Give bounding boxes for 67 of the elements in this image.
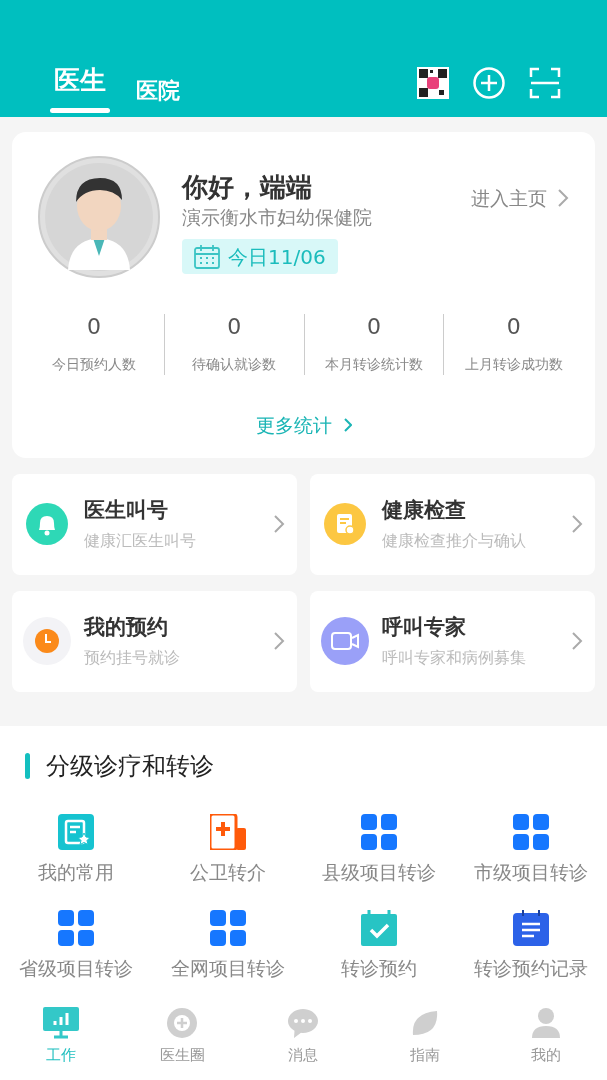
card-title: 我的预约 bbox=[84, 614, 169, 642]
stat-value: 0 bbox=[366, 314, 381, 340]
medical-document-icon bbox=[209, 813, 246, 850]
feature-item[interactable]: 我的常用 bbox=[0, 809, 152, 886]
shortcut-card[interactable]: 呼叫专家 呼叫专家和病例募集 bbox=[310, 590, 595, 692]
chevron-icon bbox=[557, 188, 569, 209]
nav-tab[interactable]: 指南 bbox=[364, 998, 486, 1080]
feature-item[interactable]: 转诊预约 bbox=[303, 906, 456, 983]
hospital-name: 演示衡水市妇幼保健院 bbox=[182, 204, 373, 230]
greeting: 你好，端端 bbox=[182, 171, 312, 205]
grid-icon bbox=[361, 813, 398, 850]
clock-icon bbox=[23, 617, 71, 665]
scan-icon[interactable] bbox=[529, 67, 561, 99]
feature-item[interactable]: 省级项目转诊 bbox=[0, 906, 152, 983]
section-title: 分级诊疗和转诊 bbox=[46, 750, 214, 782]
stat-label: 今日预约人数 bbox=[51, 355, 136, 374]
grid-icon bbox=[57, 910, 94, 946]
person-icon bbox=[530, 1007, 563, 1039]
stat-value: 0 bbox=[506, 314, 521, 340]
card-subtitle: 健康汇医生叫号 bbox=[84, 529, 197, 552]
more-stats-link[interactable]: 更多统计 bbox=[255, 411, 352, 440]
stat-label: 待确认就诊数 bbox=[192, 355, 277, 374]
card-subtitle: 健康检查推介与确认 bbox=[382, 529, 527, 552]
shortcut-card[interactable]: 医生叫号 健康汇医生叫号 bbox=[12, 473, 297, 575]
stat-value: 0 bbox=[86, 314, 101, 340]
nav-tab[interactable]: 工作 bbox=[0, 998, 122, 1080]
accent-bar bbox=[25, 752, 30, 779]
grid-icon bbox=[209, 910, 246, 946]
nav-tab[interactable]: 我的 bbox=[485, 998, 607, 1080]
add-icon[interactable] bbox=[473, 67, 505, 99]
tab[interactable]: 医生 bbox=[50, 62, 110, 117]
chevron-icon bbox=[343, 418, 352, 433]
feature-item[interactable]: 市级项目转诊 bbox=[455, 809, 607, 886]
chevron-icon bbox=[571, 631, 583, 651]
card-subtitle: 预约挂号就诊 bbox=[84, 646, 181, 669]
stat-label: 本月转诊统计数 bbox=[324, 355, 423, 374]
bell-icon bbox=[26, 503, 68, 545]
video-camera-icon bbox=[321, 617, 369, 665]
feature-item[interactable]: 县级项目转诊 bbox=[303, 809, 456, 886]
shortcut-card[interactable]: 我的预约 预约挂号就诊 bbox=[12, 590, 297, 692]
date-text: 今日11/06 bbox=[228, 243, 326, 271]
card-title: 呼叫专家 bbox=[382, 614, 467, 642]
homepage-link[interactable]: 进入主页 bbox=[471, 184, 569, 213]
play-plus-icon bbox=[166, 1007, 199, 1039]
chevron-icon bbox=[273, 631, 285, 651]
feature-item[interactable]: 全网项目转诊 bbox=[151, 906, 304, 983]
feature-item[interactable]: 转诊预约记录 bbox=[455, 906, 607, 983]
calendar-icon bbox=[194, 244, 220, 269]
notepad-icon bbox=[513, 910, 550, 946]
qr-code-icon[interactable] bbox=[417, 67, 449, 99]
stat-value: 0 bbox=[227, 314, 242, 340]
tab[interactable]: 医院 bbox=[136, 73, 180, 117]
stat-label: 上月转诊成功数 bbox=[464, 355, 563, 374]
monitor-chart-icon bbox=[42, 1007, 79, 1039]
report-icon bbox=[324, 503, 366, 545]
card-title: 医生叫号 bbox=[84, 497, 169, 525]
feature-item[interactable]: 公卫转介 bbox=[151, 809, 304, 886]
shortcut-card[interactable]: 健康检查 健康检查推介与确认 bbox=[310, 473, 595, 575]
nav-tab[interactable]: 消息 bbox=[242, 998, 365, 1080]
chevron-icon bbox=[571, 514, 583, 534]
nav-tab[interactable]: 医生圈 bbox=[121, 998, 243, 1080]
card-subtitle: 呼叫专家和病例募集 bbox=[382, 646, 527, 669]
grid-icon bbox=[513, 813, 550, 850]
card-title: 健康检查 bbox=[382, 497, 467, 525]
chevron-icon bbox=[273, 514, 285, 534]
chat-icon bbox=[287, 1007, 320, 1039]
calendar-check-icon bbox=[361, 910, 398, 946]
